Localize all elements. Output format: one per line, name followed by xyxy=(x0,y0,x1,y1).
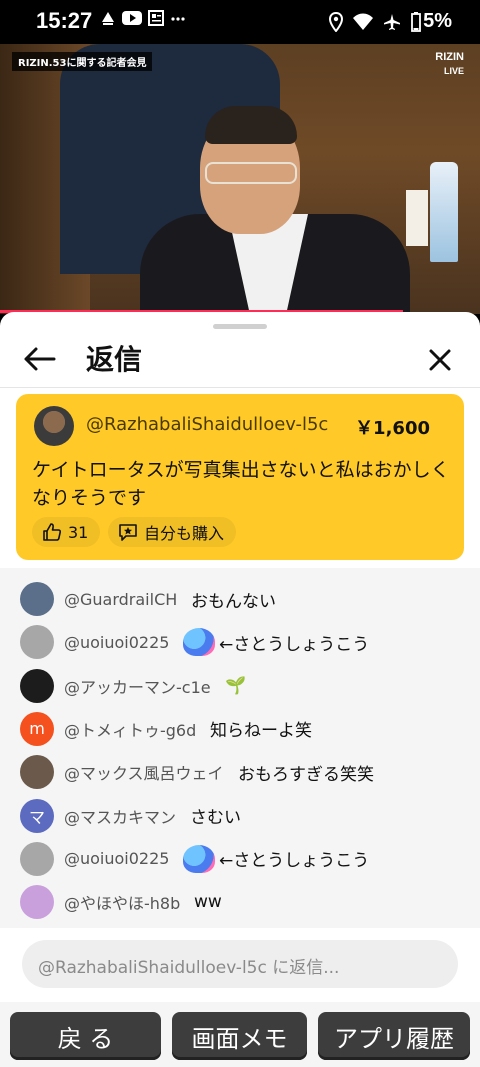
reply-sheet: 返信 @RazhabaliShaidulloev-l5c ￥1,600 ケイトロ… xyxy=(0,312,480,1002)
avatar[interactable]: m xyxy=(20,711,54,746)
youtube-icon xyxy=(122,11,142,25)
battery-indicator: 5% xyxy=(411,10,452,33)
custom-emoji-icon xyxy=(183,628,215,657)
chat-message: おもんない xyxy=(191,587,276,612)
airplane-icon xyxy=(384,13,401,30)
avatar[interactable] xyxy=(34,406,74,446)
like-count: 31 xyxy=(68,522,89,542)
chat-message: 🌱 xyxy=(225,676,246,696)
like-button[interactable]: 31 xyxy=(32,517,101,547)
more-icon xyxy=(171,17,185,21)
video-person-hair xyxy=(205,106,297,144)
chat-author[interactable]: @GuardrailCH xyxy=(64,590,177,609)
super-chat-author[interactable]: @RazhabaliShaidulloev-l5c xyxy=(86,414,328,435)
avatar[interactable] xyxy=(20,755,54,790)
status-icons-left xyxy=(100,10,186,26)
chat-message-text: ←さとうしょうこう xyxy=(219,634,370,655)
chat-item[interactable]: @マックス風呂ウェイ おもろすぎる笑笑 xyxy=(0,752,480,792)
reply-placeholder: @RazhabaliShaidulloev-l5c に返信... xyxy=(38,958,340,978)
news-icon xyxy=(148,10,164,26)
buy-label: 自分も購入 xyxy=(144,524,225,543)
chat-item[interactable]: @アッカーマン-c1e 🌱 xyxy=(0,666,480,706)
chat-author[interactable]: @アッカーマン-c1e xyxy=(64,674,211,698)
chat-message-text: おもんない xyxy=(191,591,276,612)
super-chat-icon xyxy=(119,524,137,541)
video-player[interactable]: RIZIN.53に関する記者会見 RIZIN LIVE xyxy=(0,44,480,314)
battery-icon xyxy=(411,11,421,32)
chat-item[interactable]: @GuardrailCH おもんない xyxy=(0,579,480,619)
chat-item[interactable]: m @トメィトゥ-g6d 知らねーよ笑 xyxy=(0,709,480,749)
chat-message: さむい xyxy=(190,803,241,828)
status-icons-right: 5% xyxy=(329,10,452,33)
nav-memo-button[interactable]: 画面メモ xyxy=(172,1012,307,1060)
avatar[interactable] xyxy=(20,625,54,660)
chat-message-text: ww xyxy=(194,892,222,913)
avatar[interactable] xyxy=(20,885,54,920)
chat-author[interactable]: @マックス風呂ウェイ xyxy=(64,760,224,784)
nav-back-button[interactable]: 戻 る xyxy=(10,1012,161,1060)
notification-icon xyxy=(102,12,114,25)
chat-item[interactable]: マ @マスカキマン さむい xyxy=(0,796,480,836)
sheet-header: 返信 xyxy=(0,332,480,386)
battery-percent: 5% xyxy=(423,10,452,32)
status-bar: 15:27 5% xyxy=(0,0,480,44)
chat-author[interactable]: @マスカキマン xyxy=(64,804,176,828)
location-icon xyxy=(329,11,344,32)
close-button[interactable] xyxy=(424,344,456,376)
chat-message-text: 🌱 xyxy=(225,675,247,696)
header-divider xyxy=(0,387,480,388)
status-time: 15:27 xyxy=(36,8,93,33)
close-icon xyxy=(429,349,451,371)
super-chat-amount: ￥1,600 xyxy=(355,418,430,439)
wifi-icon xyxy=(353,13,374,30)
super-chat-card[interactable]: @RazhabaliShaidulloev-l5c ￥1,600 ケイトロータス… xyxy=(16,394,464,560)
thumbs-up-icon xyxy=(43,523,62,541)
chat-message-text: ←さとうしょうこう xyxy=(219,851,370,872)
chat-item[interactable]: @uoiuoi0225 ←さとうしょうこう xyxy=(0,622,480,662)
arrow-left-icon xyxy=(24,347,56,371)
reply-input[interactable]: @RazhabaliShaidulloev-l5c に返信... xyxy=(22,940,458,988)
chat-item[interactable]: @やほやほ-h8b ww xyxy=(0,882,480,922)
chat-message: ←さとうしょうこう xyxy=(183,844,370,873)
custom-emoji-icon xyxy=(183,844,215,873)
video-desk-sign xyxy=(406,190,428,246)
sheet-drag-handle[interactable] xyxy=(213,324,267,329)
avatar[interactable] xyxy=(20,841,54,876)
chat-list[interactable]: @GuardrailCH おもんない @uoiuoi0225 ←さとうしょうこう @アッ… xyxy=(0,568,480,928)
channel-logo-text: RIZIN xyxy=(435,51,464,63)
chat-message-text: さむい xyxy=(190,808,241,828)
back-button[interactable] xyxy=(22,344,58,374)
chat-message-text: おもろすぎる笑笑 xyxy=(238,764,374,785)
channel-logo: RIZIN LIVE xyxy=(435,50,464,78)
chat-author[interactable]: @uoiuoi0225 xyxy=(64,633,169,652)
chat-message: おもろすぎる笑笑 xyxy=(238,760,374,785)
super-chat-message: ケイトロータスが写真集出さないと私はおかしくなりそうです xyxy=(32,459,450,509)
chat-author[interactable]: @トメィトゥ-g6d xyxy=(64,717,196,741)
avatar[interactable]: マ xyxy=(20,798,54,833)
video-banner: RIZIN.53に関する記者会見 xyxy=(12,52,153,71)
chat-item[interactable]: @uoiuoi0225 ←さとうしょうこう xyxy=(0,839,480,879)
live-badge: LIVE xyxy=(443,66,464,76)
avatar[interactable] xyxy=(20,668,54,703)
nav-history-button[interactable]: アプリ履歴 xyxy=(318,1012,470,1060)
chat-message: ←さとうしょうこう xyxy=(183,628,370,657)
page-title: 返信 xyxy=(86,343,143,376)
buy-superchat-button[interactable]: 自分も購入 xyxy=(108,517,237,547)
chat-author[interactable]: @uoiuoi0225 xyxy=(64,849,169,868)
avatar[interactable] xyxy=(20,582,54,616)
video-person-glasses xyxy=(205,162,297,184)
chat-message-text: 知らねーよ笑 xyxy=(210,721,312,742)
chat-author[interactable]: @やほやほ-h8b xyxy=(64,890,180,914)
chat-message: ww xyxy=(194,892,222,912)
chat-message: 知らねーよ笑 xyxy=(210,716,312,741)
video-bottle-right xyxy=(430,162,458,262)
bottom-navigation: 戻 る 画面メモ アプリ履歴 xyxy=(0,1002,480,1067)
